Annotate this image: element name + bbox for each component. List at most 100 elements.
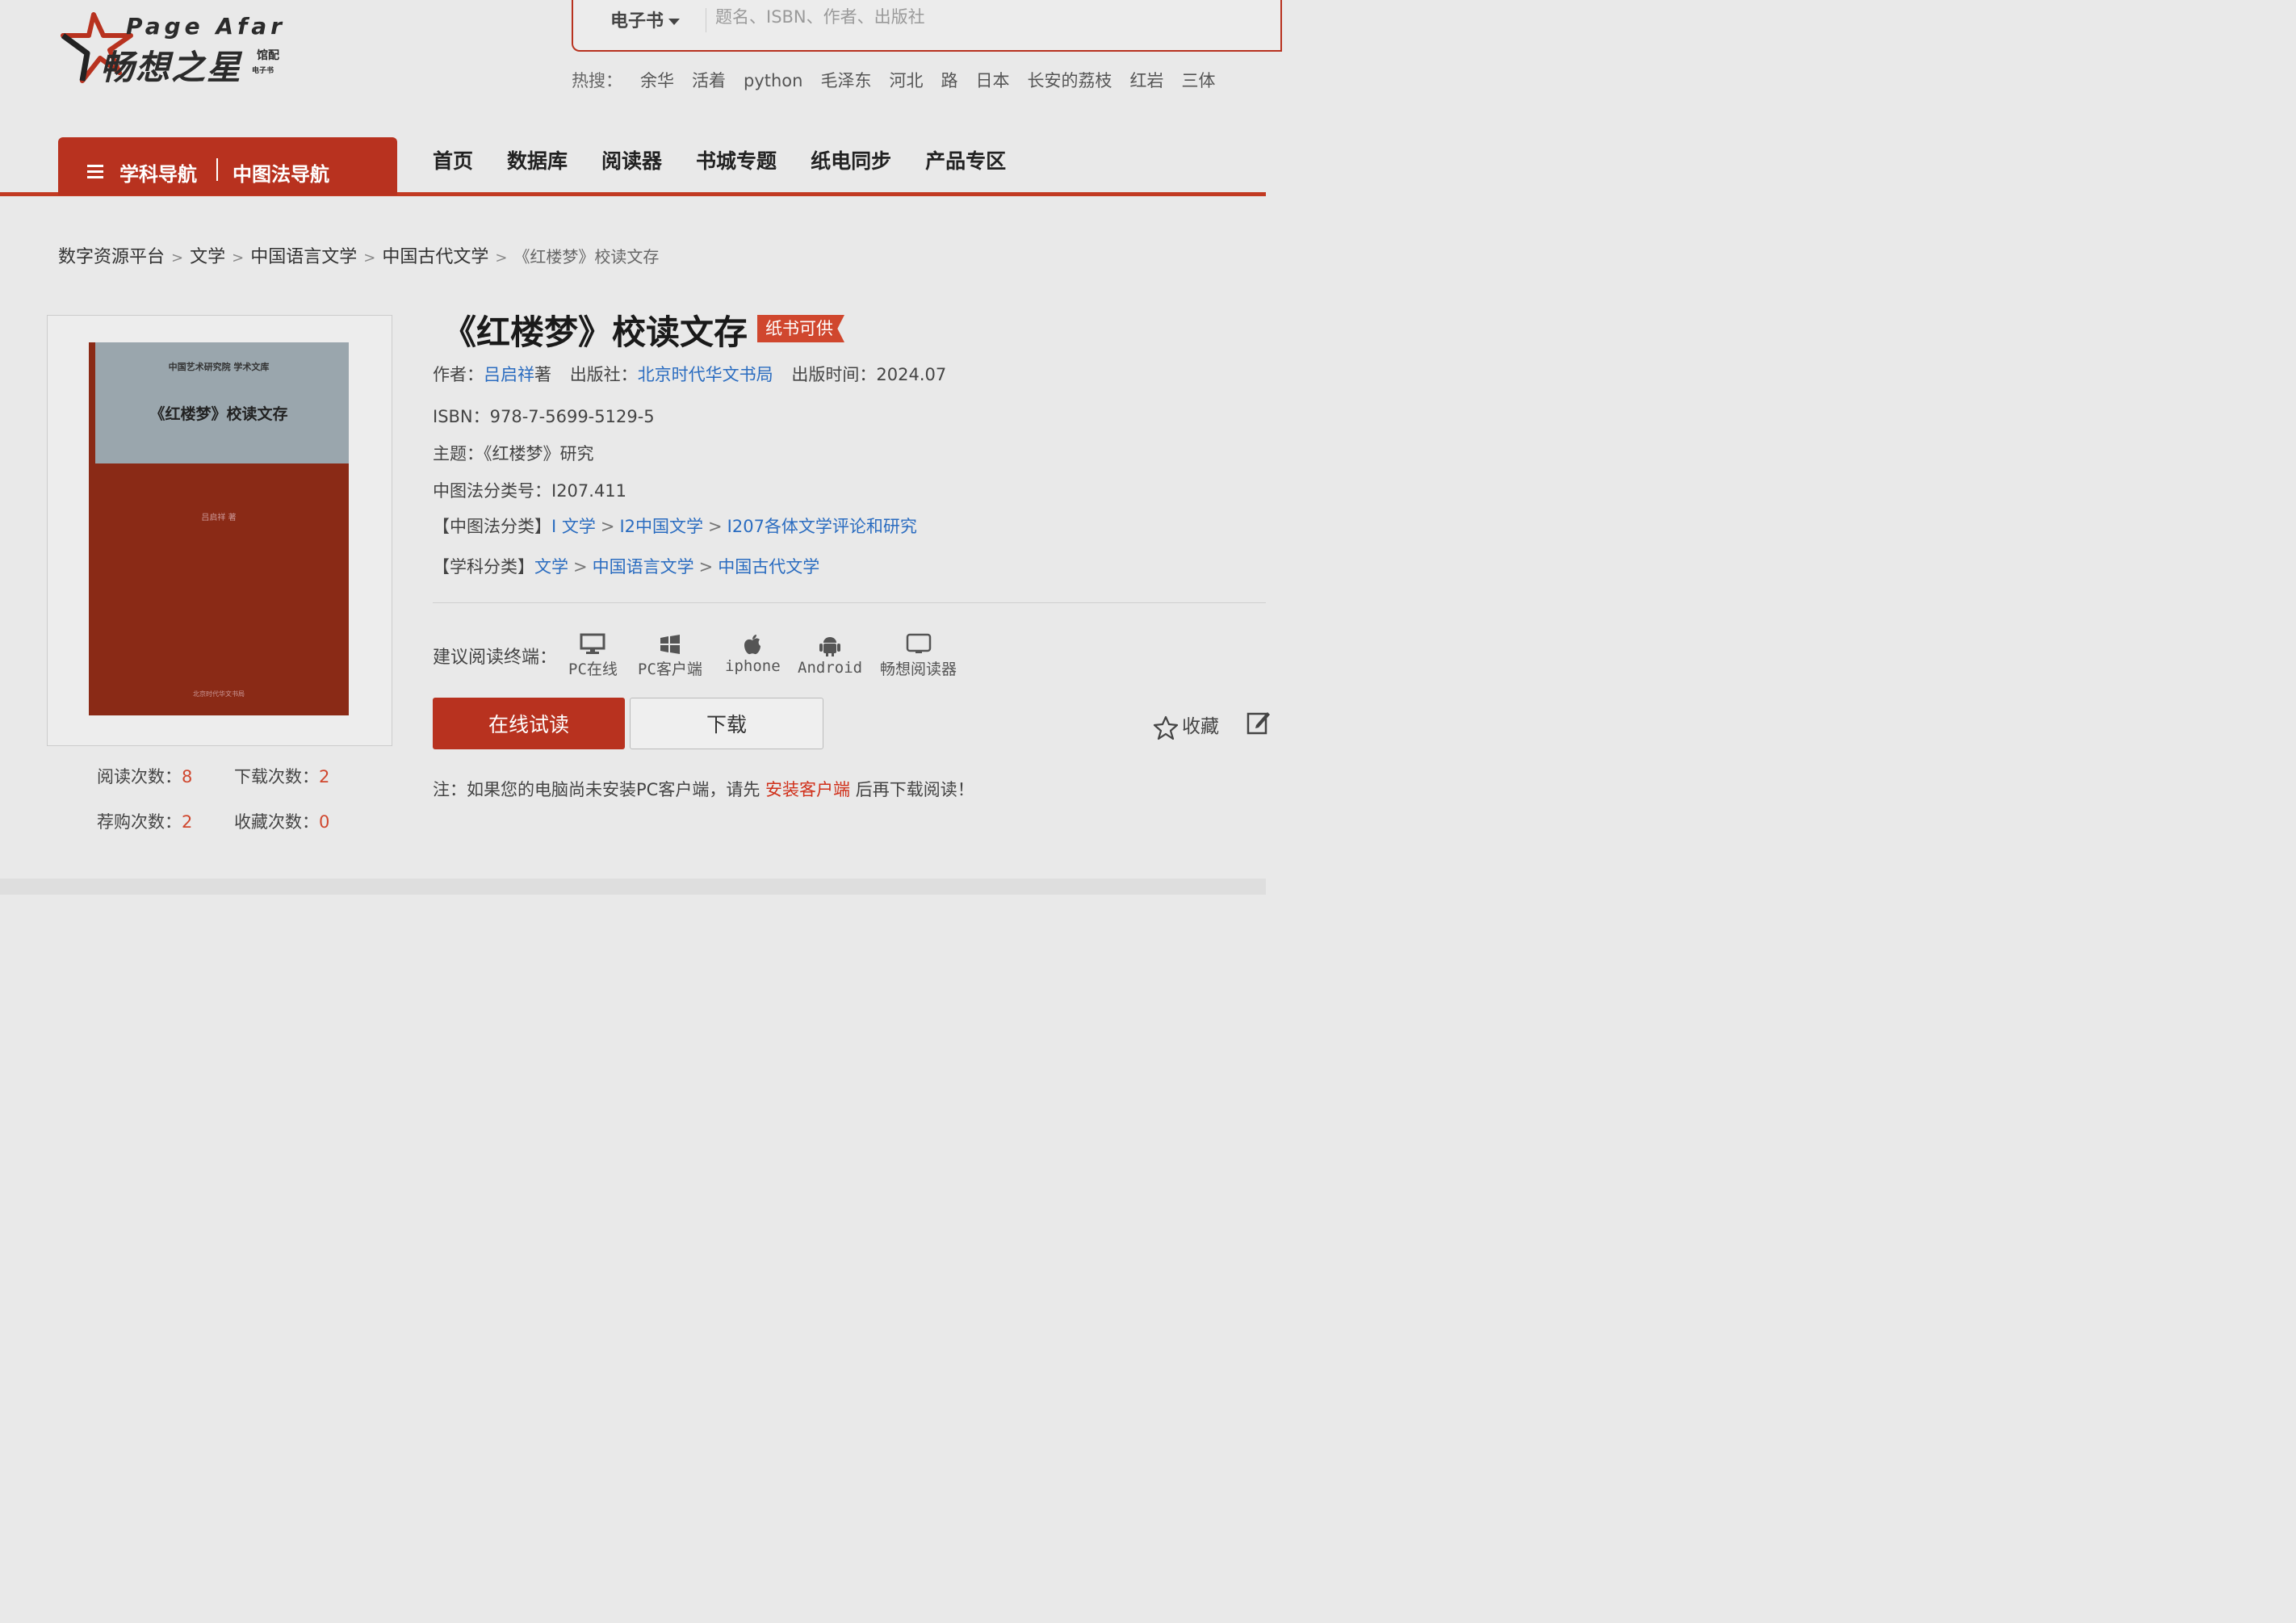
logo-english: Page Afar <box>126 13 286 40</box>
meta-row-clc-number: 中图法分类号：I207.411 <box>433 478 626 502</box>
nav-print-digital[interactable]: 纸电同步 <box>811 145 891 174</box>
page-bottom-edge <box>0 879 1266 895</box>
install-client-link[interactable]: 安装客户端 <box>765 780 850 799</box>
nav-products[interactable]: 产品专区 <box>925 145 1006 174</box>
hot-term[interactable]: 河北 <box>889 71 923 90</box>
logo-chinese: 畅想之星 <box>100 48 243 87</box>
meta-row-isbn: ISBN：978-7-5699-5129-5 <box>433 404 655 428</box>
search-type-select[interactable]: 电子书 <box>610 6 681 32</box>
subject-nav-link[interactable]: 学科导航 <box>119 158 197 187</box>
search-type-label: 电子书 <box>610 11 664 31</box>
favorite-label: 收藏 <box>1182 716 1219 737</box>
clc-path-link[interactable]: I 文学 <box>551 517 596 536</box>
hot-label: 热搜： <box>572 71 622 90</box>
note-prefix: 注：如果您的电脑尚未安装PC客户端，请先 <box>433 780 760 799</box>
download-count: 下载次数：2 <box>234 764 329 788</box>
logo-tag-library: 馆配 <box>257 49 279 62</box>
favorite-count-value: 0 <box>319 812 330 832</box>
clc-number-value: I207.411 <box>551 481 627 501</box>
terminal-pc-client[interactable]: PC客户端 <box>638 633 702 679</box>
read-count-value: 8 <box>182 767 193 786</box>
subject-label: 主题： <box>433 444 484 463</box>
star-icon <box>1153 715 1179 740</box>
clc-number-label: 中图法分类号： <box>433 481 551 501</box>
book-title: 《红楼梦》校读文存 <box>442 312 748 352</box>
discipline-link[interactable]: 文学 <box>534 557 568 577</box>
favorite-count-label: 收藏次数： <box>234 812 319 832</box>
subject-value: 《红楼梦》研究 <box>484 444 594 463</box>
hot-term[interactable]: python <box>744 71 802 90</box>
breadcrumb-current: 《红楼梦》校读文存 <box>513 247 660 266</box>
hamburger-menu-icon[interactable] <box>87 165 103 178</box>
breadcrumb-separator: > <box>363 250 376 266</box>
cover-author: 吕启祥 著 <box>201 514 237 522</box>
pubdate-value: 2024.07 <box>876 365 947 384</box>
isbn-label: ISBN： <box>433 407 490 426</box>
hot-term[interactable]: 日本 <box>975 71 1009 90</box>
author-label: 作者： <box>433 365 484 384</box>
terminal-iphone[interactable]: iphone <box>725 633 781 675</box>
search-box: 电子书 <box>572 0 1282 52</box>
cover-series: 中国艺术研究院 学术文库 <box>168 362 270 372</box>
apple-icon <box>744 635 761 655</box>
android-icon <box>819 637 841 656</box>
terminal-label: PC客户端 <box>638 661 702 678</box>
hot-term[interactable]: 余华 <box>640 71 674 90</box>
breadcrumb-separator: > <box>495 250 508 266</box>
breadcrumb-item[interactable]: 中国语言文学 <box>250 247 357 267</box>
author-link[interactable]: 吕启祥 <box>484 365 534 384</box>
search-input[interactable] <box>715 3 1200 31</box>
discipline-label: 【学科分类】 <box>433 557 534 577</box>
nav-database[interactable]: 数据库 <box>507 145 568 174</box>
terminal-android[interactable]: Android <box>798 633 862 677</box>
hot-term[interactable]: 红岩 <box>1129 71 1163 90</box>
recommend-count-value: 2 <box>182 812 193 832</box>
nav-reader[interactable]: 阅读器 <box>601 145 662 174</box>
breadcrumb-item[interactable]: 文学 <box>190 247 225 267</box>
publisher-link[interactable]: 北京时代华文书局 <box>638 365 773 384</box>
site-logo[interactable]: Page Afar 畅想之星 馆配 电子书 <box>58 11 300 87</box>
main-nav: 首页 数据库 阅读器 书城专题 纸电同步 产品专区 <box>433 145 1040 174</box>
terminal-label: PC在线 <box>568 661 618 678</box>
clc-path-label: 【中图法分类】 <box>433 517 551 536</box>
hot-term[interactable]: 活着 <box>692 71 726 90</box>
discipline-link[interactable]: 中国古代文学 <box>718 557 819 577</box>
breadcrumb-separator: > <box>232 250 245 266</box>
hot-term[interactable]: 三体 <box>1181 71 1215 90</box>
breadcrumb-separator: > <box>171 250 184 266</box>
terminal-reader[interactable]: 畅想阅读器 <box>880 633 957 679</box>
clc-path-link[interactable]: I2中国文学 <box>619 517 703 536</box>
path-separator: > <box>600 517 615 536</box>
clc-path-link[interactable]: I207各体文学评论和研究 <box>727 517 917 536</box>
book-cover[interactable]: 中国艺术研究院 学术文库 《红楼梦》校读文存 吕启祥 著 北京时代华文书局 <box>89 342 349 715</box>
hot-term[interactable]: 路 <box>941 71 957 90</box>
hot-term[interactable]: 毛泽东 <box>820 71 871 90</box>
discipline-link[interactable]: 中国语言文学 <box>593 557 694 577</box>
recommend-count-label: 荐购次数： <box>97 812 182 832</box>
cover-press: 北京时代华文书局 <box>193 690 245 698</box>
logo-tag-ebook: 电子书 <box>252 67 274 75</box>
chevron-down-icon <box>668 19 681 25</box>
terminal-pc-online[interactable]: PC在线 <box>568 633 618 679</box>
pubdate-label: 出版时间： <box>791 365 877 384</box>
download-count-value: 2 <box>319 767 330 786</box>
hot-term[interactable]: 长安的荔枝 <box>1027 71 1112 90</box>
breadcrumb: 数字资源平台 > 文学 > 中国语言文学 > 中国古代文学 > 《红楼梦》校读文存 <box>58 242 659 268</box>
meta-row-author: 作者：吕启祥著 出版社：北京时代华文书局 出版时间：2024.07 <box>433 362 946 386</box>
download-button[interactable]: 下载 <box>630 698 823 749</box>
read-count-label: 阅读次数： <box>97 767 182 786</box>
monitor-icon <box>580 633 605 654</box>
nav-home[interactable]: 首页 <box>433 145 473 174</box>
author-suffix: 著 <box>534 365 551 384</box>
terminals-label: 建议阅读终端： <box>433 648 558 668</box>
breadcrumb-item[interactable]: 中国古代文学 <box>382 247 488 267</box>
section-divider <box>433 602 1266 603</box>
read-count: 阅读次数：8 <box>97 764 192 788</box>
read-online-button[interactable]: 在线试读 <box>433 698 625 749</box>
edit-icon[interactable] <box>1246 709 1271 736</box>
nav-topics[interactable]: 书城专题 <box>696 145 777 174</box>
terminal-label: Android <box>798 659 863 677</box>
clc-nav-link[interactable]: 中图法导航 <box>233 158 329 187</box>
favorite-button[interactable]: 收藏 <box>1153 711 1219 740</box>
breadcrumb-item[interactable]: 数字资源平台 <box>58 247 165 267</box>
